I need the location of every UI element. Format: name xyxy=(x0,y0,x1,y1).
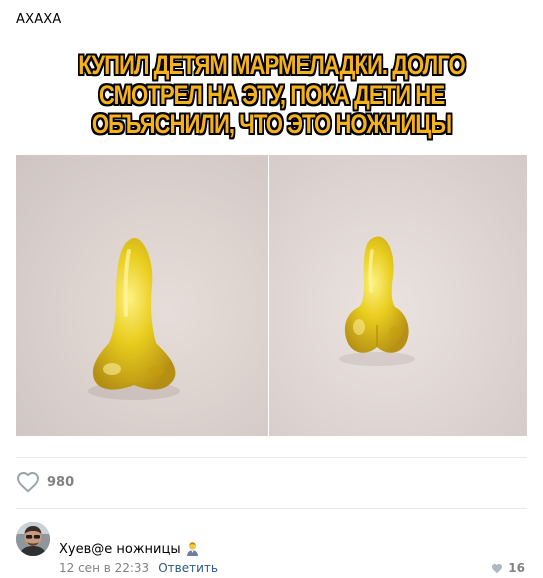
meme-image[interactable]: КУПИЛ ДЕТЯМ МАРМЕЛАДКИ. ДОЛГО СМОТРЕЛ НА… xyxy=(16,38,527,436)
comment-like-button[interactable]: 16 xyxy=(491,561,525,575)
reply-link[interactable]: Ответить xyxy=(158,561,218,575)
photo-candy-front xyxy=(269,155,527,436)
meme-caption-line: ОБЪЯСНИЛИ, ЧТО ЭТО НОЖНИЦЫ xyxy=(91,109,452,139)
meme-caption-line: СМОТРЕЛ НА ЭТУ, ПОКА ДЕТИ НЕ xyxy=(98,79,445,110)
candy-front-illustration xyxy=(339,236,415,366)
divider xyxy=(16,457,527,458)
meme-caption-line: КУПИЛ ДЕТЯМ МАРМЕЛАДКИ. ДОЛГО xyxy=(78,50,465,80)
meme-photos xyxy=(16,155,527,436)
heart-outline-icon xyxy=(17,472,39,493)
comment-date[interactable]: 12 сен в 22:33 xyxy=(59,561,149,575)
avatar[interactable] xyxy=(16,522,50,556)
like-count: 980 xyxy=(47,474,75,490)
comment: Хуев@е ножницы 12 сен в 22:33 Ответить 16 xyxy=(16,522,527,576)
meme-caption: КУПИЛ ДЕТЯМ МАРМЕЛАДКИ. ДОЛГО СМОТРЕЛ НА… xyxy=(62,50,481,140)
photo-candy-side xyxy=(16,155,268,436)
comment-like-count: 16 xyxy=(508,561,525,575)
man-icon xyxy=(185,541,200,561)
comment-meta: 12 сен в 22:33 Ответить xyxy=(59,561,218,576)
divider xyxy=(16,508,527,509)
wall-post: АХАХА КУПИЛ ДЕТЯМ МАРМЕЛАДКИ. ДОЛГО СМОТ… xyxy=(0,0,543,578)
heart-filled-icon xyxy=(492,563,503,573)
post-text: АХАХА xyxy=(16,12,62,27)
comment-text: Хуев@е ножницы xyxy=(59,541,200,561)
comment-body: Хуев@е ножницы xyxy=(59,542,181,557)
user-avatar-icon xyxy=(16,522,50,556)
like-button[interactable]: 980 xyxy=(16,470,74,494)
candy-side-illustration xyxy=(88,237,180,400)
